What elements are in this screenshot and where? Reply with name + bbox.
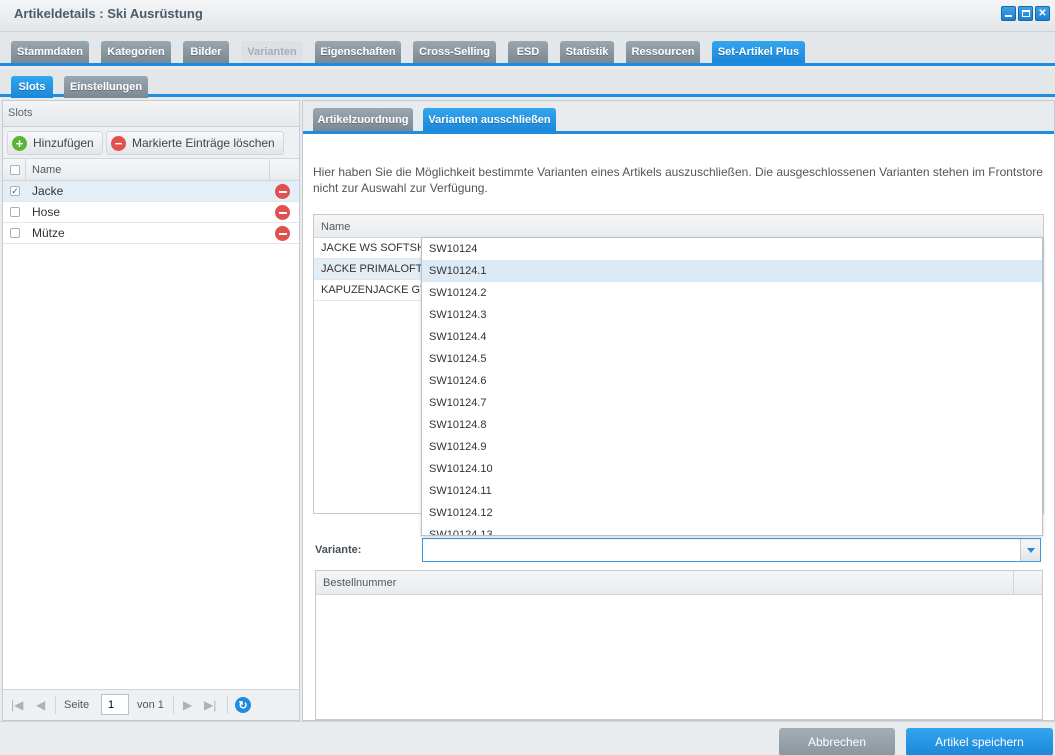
last-page-icon[interactable]: ▶| [204, 698, 216, 712]
sub-tab-bar: Slots Einstellungen [0, 69, 1055, 98]
inner-tab-bar: Artikelzuordnung Varianten ausschließen [303, 101, 1054, 134]
window-header: Artikeldetails : Ski Ausrüstung ✕ [0, 0, 1055, 32]
slot-name: Hose [32, 205, 61, 219]
dropdown-option[interactable]: SW10124.1 [422, 260, 1042, 282]
slot-name: Mütze [32, 226, 65, 240]
slot-name: Jacke [32, 184, 64, 198]
next-page-icon[interactable]: ▶ [183, 698, 192, 712]
main-tab-bar: Stammdaten Kategorien Bilder Varianten E… [0, 32, 1055, 66]
pager-separator [227, 696, 228, 714]
column-divider [25, 159, 26, 180]
delete-row-icon[interactable] [275, 226, 290, 241]
dropdown-option[interactable]: SW10124.13 [422, 524, 1042, 535]
dropdown-option[interactable]: SW10124.4 [422, 326, 1042, 348]
slots-panel-title: Slots [3, 101, 299, 127]
tab-kategorien[interactable]: Kategorien [101, 41, 171, 63]
variant-dropdown-list: SW10124 SW10124.1 SW10124.2 SW10124.3 SW… [421, 237, 1043, 536]
tab-einstellungen[interactable]: Einstellungen [64, 76, 148, 98]
page-number-input[interactable] [101, 694, 129, 715]
dropdown-option[interactable]: SW10124.7 [422, 392, 1042, 414]
tab-varianten-ausschliessen[interactable]: Varianten ausschließen [423, 108, 556, 131]
refresh-icon[interactable]: ↻ [235, 697, 251, 713]
variant-input[interactable] [423, 539, 1021, 561]
tab-statistik[interactable]: Statistik [560, 41, 614, 63]
order-number-grid: Bestellnummer [315, 570, 1043, 720]
order-number-header: Bestellnummer [316, 571, 1042, 595]
tab-eigenschaften[interactable]: Eigenschaften [315, 41, 401, 63]
delete-row-icon[interactable] [275, 184, 290, 199]
add-slot-button[interactable]: + Hinzufügen [7, 131, 103, 155]
tab-slots[interactable]: Slots [11, 76, 53, 98]
column-divider [269, 159, 270, 180]
minus-icon: − [111, 135, 126, 151]
pager-separator [173, 696, 174, 714]
pager-separator [55, 696, 56, 714]
cancel-button[interactable]: Abbrechen [779, 728, 895, 755]
dropdown-option[interactable]: SW10124.8 [422, 414, 1042, 436]
dropdown-option[interactable]: SW10124.3 [422, 304, 1042, 326]
first-page-icon[interactable]: |◀ [11, 698, 23, 712]
chevron-down-icon[interactable] [1020, 539, 1040, 561]
tab-esd[interactable]: ESD [508, 41, 548, 63]
tab-set-artikel-plus[interactable]: Set-Artikel Plus [712, 41, 805, 63]
window-title: Artikeldetails : Ski Ausrüstung [14, 6, 203, 21]
tab-stammdaten[interactable]: Stammdaten [11, 41, 89, 63]
slot-row[interactable]: Mütze [3, 223, 299, 244]
plus-icon: + [12, 135, 27, 151]
row-checkbox[interactable] [10, 207, 20, 217]
row-checkbox-checked[interactable]: ✓ [10, 186, 20, 196]
delete-marked-button[interactable]: − Markierte Einträge löschen [106, 131, 284, 155]
dropdown-option[interactable]: SW10124 [422, 238, 1042, 260]
dropdown-option[interactable]: SW10124.2 [422, 282, 1042, 304]
add-slot-label: Hinzufügen [33, 136, 94, 150]
slots-pager: |◀ ◀ Seite von 1 ▶ ▶| ↻ [3, 689, 299, 720]
prev-page-icon[interactable]: ◀ [36, 698, 45, 712]
window-footer: Abbrechen Artikel speichern [0, 721, 1055, 755]
select-all-checkbox[interactable] [10, 165, 20, 175]
dropdown-option[interactable]: SW10124.11 [422, 480, 1042, 502]
dropdown-option[interactable]: SW10124.9 [422, 436, 1042, 458]
save-article-button[interactable]: Artikel speichern [906, 728, 1053, 755]
tab-ressourcen[interactable]: Ressourcen [626, 41, 700, 63]
tab-artikelzuordnung[interactable]: Artikelzuordnung [313, 108, 413, 131]
variant-combobox[interactable] [422, 538, 1041, 562]
variant-label: Variante: [315, 544, 362, 556]
dropdown-option[interactable]: SW10124.12 [422, 502, 1042, 524]
slots-toolbar: + Hinzufügen − Markierte Einträge lösche… [3, 127, 299, 159]
tab-cross-selling[interactable]: Cross-Selling [413, 41, 496, 63]
page-label: Seite [64, 699, 90, 711]
dropdown-option[interactable]: SW10124.10 [422, 458, 1042, 480]
slot-row[interactable]: ✓ Jacke [3, 181, 299, 202]
slot-row[interactable]: Hose [3, 202, 299, 223]
tab-bilder[interactable]: Bilder [183, 41, 229, 63]
articles-column-name[interactable]: Name [314, 215, 1043, 238]
order-number-column[interactable]: Bestellnummer [323, 577, 396, 589]
minimize-icon[interactable] [1001, 6, 1016, 21]
description-text: Hier haben Sie die Möglichkeit bestimmte… [313, 165, 1043, 195]
delete-marked-label: Markierte Einträge löschen [132, 136, 275, 150]
slots-panel: Slots + Hinzufügen − Markierte Einträge … [2, 100, 300, 721]
dropdown-option[interactable]: SW10124.5 [422, 348, 1042, 370]
window-controls: ✕ [1001, 6, 1050, 21]
close-icon[interactable]: ✕ [1035, 6, 1050, 21]
slots-column-name[interactable]: Name [32, 164, 61, 176]
page-count: von 1 [137, 699, 164, 711]
slots-grid-header: Name [3, 159, 299, 181]
maximize-icon[interactable] [1018, 6, 1033, 21]
column-divider [1013, 571, 1014, 594]
delete-row-icon[interactable] [275, 205, 290, 220]
tab-varianten: Varianten [241, 41, 303, 63]
dropdown-option[interactable]: SW10124.6 [422, 370, 1042, 392]
row-checkbox[interactable] [10, 228, 20, 238]
